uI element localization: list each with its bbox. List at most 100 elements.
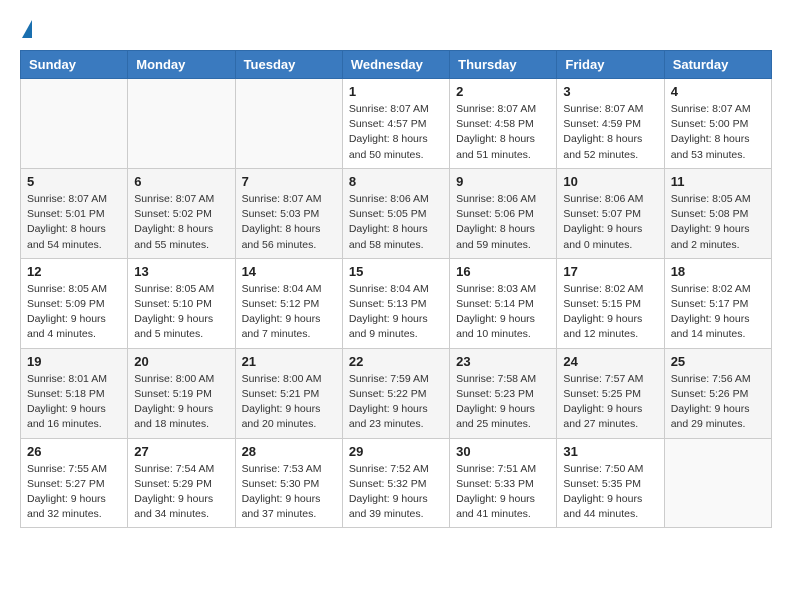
calendar-week-row: 12Sunrise: 8:05 AM Sunset: 5:09 PM Dayli… (21, 258, 772, 348)
calendar-cell: 19 Sunrise: 8:01 AM Sunset: 5:18 PM Dayli… (21, 348, 128, 438)
weekday-header-tuesday: Tuesday (235, 51, 342, 79)
day-number: 23 (456, 354, 550, 369)
calendar-cell: 9 Sunrise: 8:06 AM Sunset: 5:06 PM Daylig… (450, 168, 557, 258)
logo (20, 20, 32, 40)
day-number: 7 (242, 174, 336, 189)
day-number: 2 (456, 84, 550, 99)
day-number: 20 (134, 354, 228, 369)
weekday-header-row: SundayMondayTuesdayWednesdayThursdayFrid… (21, 51, 772, 79)
day-info: Sunrise: 7:52 AM Sunset: 5:32 PM Dayligh… (349, 462, 443, 523)
day-info: Sunrise: 8:06 AM Sunset: 5:05 PM Dayligh… (349, 192, 443, 253)
day-number: 6 (134, 174, 228, 189)
day-info: Sunrise: 8:07 AM Sunset: 4:58 PM Dayligh… (456, 102, 550, 163)
day-number: 19 (27, 354, 121, 369)
weekday-header-saturday: Saturday (664, 51, 771, 79)
day-number: 21 (242, 354, 336, 369)
calendar-cell (21, 79, 128, 169)
calendar-cell: 25 Sunrise: 7:56 AM Sunset: 5:26 PM Dayli… (664, 348, 771, 438)
day-info: Sunrise: 7:53 AM Sunset: 5:30 PM Dayligh… (242, 462, 336, 523)
day-info: Sunrise: 8:06 AM Sunset: 5:06 PM Dayligh… (456, 192, 550, 253)
calendar-cell: 29 Sunrise: 7:52 AM Sunset: 5:32 PM Dayli… (342, 438, 449, 528)
day-number: 22 (349, 354, 443, 369)
calendar-cell: 24Sunrise: 7:57 AM Sunset: 5:25 PM Dayli… (557, 348, 664, 438)
day-number: 25 (671, 354, 765, 369)
calendar-cell: 10 Sunrise: 8:06 AM Sunset: 5:07 PM Dayli… (557, 168, 664, 258)
calendar-cell: 15 Sunrise: 8:04 AM Sunset: 5:13 PM Dayli… (342, 258, 449, 348)
day-info: Sunrise: 7:56 AM Sunset: 5:26 PM Dayligh… (671, 372, 765, 433)
day-info: Sunrise: 8:05 AM Sunset: 5:09 PM Dayligh… (27, 282, 121, 343)
day-number: 10 (563, 174, 657, 189)
day-number: 17 (563, 264, 657, 279)
calendar-table: SundayMondayTuesdayWednesdayThursdayFrid… (20, 50, 772, 528)
weekday-header-friday: Friday (557, 51, 664, 79)
day-number: 31 (563, 444, 657, 459)
calendar-cell (235, 79, 342, 169)
calendar-cell: 12Sunrise: 8:05 AM Sunset: 5:09 PM Dayli… (21, 258, 128, 348)
calendar-cell: 7 Sunrise: 8:07 AM Sunset: 5:03 PM Daylig… (235, 168, 342, 258)
calendar-cell: 30Sunrise: 7:51 AM Sunset: 5:33 PM Dayli… (450, 438, 557, 528)
calendar-cell: 23 Sunrise: 7:58 AM Sunset: 5:23 PM Dayli… (450, 348, 557, 438)
calendar-cell: 2 Sunrise: 8:07 AM Sunset: 4:58 PM Daylig… (450, 79, 557, 169)
calendar-cell: 3Sunrise: 8:07 AM Sunset: 4:59 PM Daylig… (557, 79, 664, 169)
calendar-cell: 17 Sunrise: 8:02 AM Sunset: 5:15 PM Dayli… (557, 258, 664, 348)
weekday-header-wednesday: Wednesday (342, 51, 449, 79)
calendar-cell (664, 438, 771, 528)
calendar-cell: 26 Sunrise: 7:55 AM Sunset: 5:27 PM Dayli… (21, 438, 128, 528)
calendar-cell: 16 Sunrise: 8:03 AM Sunset: 5:14 PM Dayli… (450, 258, 557, 348)
day-info: Sunrise: 8:03 AM Sunset: 5:14 PM Dayligh… (456, 282, 550, 343)
weekday-header-monday: Monday (128, 51, 235, 79)
day-info: Sunrise: 8:07 AM Sunset: 5:03 PM Dayligh… (242, 192, 336, 253)
day-info: Sunrise: 8:01 AM Sunset: 5:18 PM Dayligh… (27, 372, 121, 433)
day-number: 28 (242, 444, 336, 459)
day-info: Sunrise: 7:51 AM Sunset: 5:33 PM Dayligh… (456, 462, 550, 523)
day-info: Sunrise: 8:02 AM Sunset: 5:15 PM Dayligh… (563, 282, 657, 343)
day-info: Sunrise: 7:50 AM Sunset: 5:35 PM Dayligh… (563, 462, 657, 523)
day-info: Sunrise: 8:05 AM Sunset: 5:08 PM Dayligh… (671, 192, 765, 253)
calendar-cell: 31 Sunrise: 7:50 AM Sunset: 5:35 PM Dayli… (557, 438, 664, 528)
day-number: 9 (456, 174, 550, 189)
calendar-week-row: 26 Sunrise: 7:55 AM Sunset: 5:27 PM Dayli… (21, 438, 772, 528)
day-info: Sunrise: 7:59 AM Sunset: 5:22 PM Dayligh… (349, 372, 443, 433)
day-number: 29 (349, 444, 443, 459)
calendar-cell: 21 Sunrise: 8:00 AM Sunset: 5:21 PM Dayli… (235, 348, 342, 438)
day-info: Sunrise: 8:07 AM Sunset: 4:57 PM Dayligh… (349, 102, 443, 163)
weekday-header-thursday: Thursday (450, 51, 557, 79)
day-number: 5 (27, 174, 121, 189)
calendar-cell: 28 Sunrise: 7:53 AM Sunset: 5:30 PM Dayli… (235, 438, 342, 528)
calendar-cell: 8Sunrise: 8:06 AM Sunset: 5:05 PM Daylig… (342, 168, 449, 258)
calendar-cell: 6 Sunrise: 8:07 AM Sunset: 5:02 PM Daylig… (128, 168, 235, 258)
day-info: Sunrise: 8:07 AM Sunset: 5:01 PM Dayligh… (27, 192, 121, 253)
calendar-cell: 13Sunrise: 8:05 AM Sunset: 5:10 PM Dayli… (128, 258, 235, 348)
day-number: 14 (242, 264, 336, 279)
day-number: 1 (349, 84, 443, 99)
day-info: Sunrise: 8:06 AM Sunset: 5:07 PM Dayligh… (563, 192, 657, 253)
day-number: 18 (671, 264, 765, 279)
day-number: 4 (671, 84, 765, 99)
day-info: Sunrise: 8:02 AM Sunset: 5:17 PM Dayligh… (671, 282, 765, 343)
calendar-week-row: 5 Sunrise: 8:07 AM Sunset: 5:01 PM Daylig… (21, 168, 772, 258)
day-info: Sunrise: 8:04 AM Sunset: 5:13 PM Dayligh… (349, 282, 443, 343)
day-number: 11 (671, 174, 765, 189)
calendar-cell: 4 Sunrise: 8:07 AM Sunset: 5:00 PM Daylig… (664, 79, 771, 169)
day-info: Sunrise: 8:07 AM Sunset: 5:00 PM Dayligh… (671, 102, 765, 163)
day-info: Sunrise: 8:00 AM Sunset: 5:19 PM Dayligh… (134, 372, 228, 433)
calendar-cell: 22 Sunrise: 7:59 AM Sunset: 5:22 PM Dayli… (342, 348, 449, 438)
day-info: Sunrise: 8:00 AM Sunset: 5:21 PM Dayligh… (242, 372, 336, 433)
calendar-cell: 20 Sunrise: 8:00 AM Sunset: 5:19 PM Dayli… (128, 348, 235, 438)
calendar-week-row: 19 Sunrise: 8:01 AM Sunset: 5:18 PM Dayli… (21, 348, 772, 438)
day-info: Sunrise: 7:58 AM Sunset: 5:23 PM Dayligh… (456, 372, 550, 433)
calendar-week-row: 1 Sunrise: 8:07 AM Sunset: 4:57 PM Daylig… (21, 79, 772, 169)
day-info: Sunrise: 7:54 AM Sunset: 5:29 PM Dayligh… (134, 462, 228, 523)
calendar-cell (128, 79, 235, 169)
day-number: 26 (27, 444, 121, 459)
page-header (20, 20, 772, 40)
day-info: Sunrise: 8:07 AM Sunset: 5:02 PM Dayligh… (134, 192, 228, 253)
day-number: 13 (134, 264, 228, 279)
day-number: 15 (349, 264, 443, 279)
calendar-cell: 5 Sunrise: 8:07 AM Sunset: 5:01 PM Daylig… (21, 168, 128, 258)
day-info: Sunrise: 7:55 AM Sunset: 5:27 PM Dayligh… (27, 462, 121, 523)
calendar-cell: 14Sunrise: 8:04 AM Sunset: 5:12 PM Dayli… (235, 258, 342, 348)
calendar-cell: 1 Sunrise: 8:07 AM Sunset: 4:57 PM Daylig… (342, 79, 449, 169)
day-number: 16 (456, 264, 550, 279)
day-info: Sunrise: 8:07 AM Sunset: 4:59 PM Dayligh… (563, 102, 657, 163)
